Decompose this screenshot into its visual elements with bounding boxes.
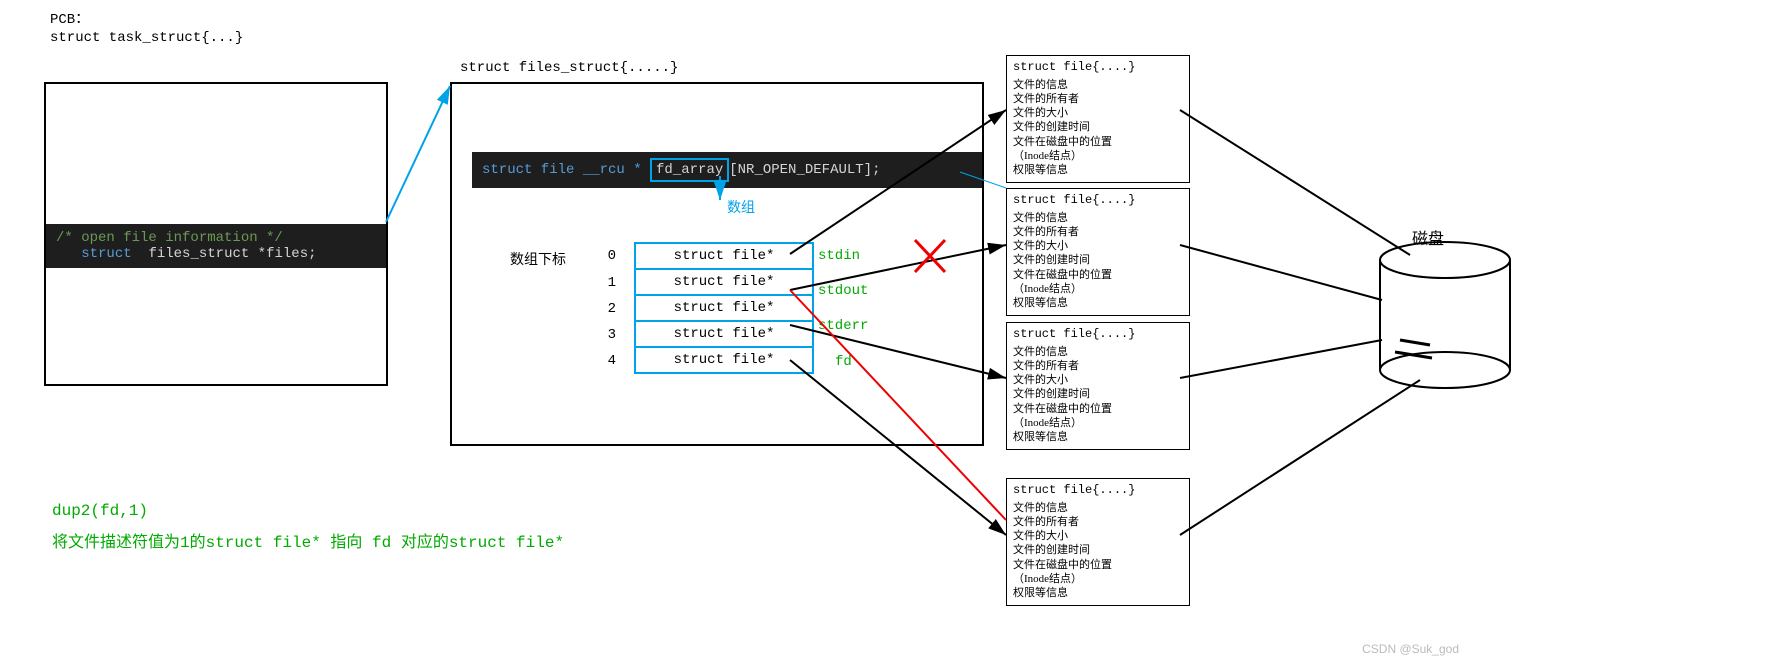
file-struct-3: struct file{....} 文件的信息 文件的所有者 文件的大小 文件的… bbox=[1006, 478, 1190, 606]
idx-3: 3 bbox=[602, 327, 616, 343]
file-title-3: struct file{....} bbox=[1013, 483, 1183, 499]
f3l6: （Inode结点） bbox=[1013, 572, 1183, 586]
f1l3: 文件的大小 bbox=[1013, 239, 1183, 253]
cell-0: struct file* bbox=[634, 242, 814, 270]
pcb-box: /* open file information */ struct files… bbox=[44, 82, 388, 386]
pcb-rest: *files; bbox=[249, 246, 316, 262]
f0l3: 文件的大小 bbox=[1013, 106, 1183, 120]
index-label: 数组下标 bbox=[510, 249, 566, 269]
f0l2: 文件的所有者 bbox=[1013, 92, 1183, 106]
f0l7: 权限等信息 bbox=[1013, 163, 1183, 177]
pcb-code: /* open file information */ struct files… bbox=[46, 224, 386, 268]
pcb-comment: /* open file information */ bbox=[56, 230, 283, 246]
cell-4: struct file* bbox=[634, 346, 814, 374]
fd-array-mid: fd_array bbox=[650, 158, 729, 182]
array-label: 数组 bbox=[727, 197, 755, 217]
pcb-type: files_struct bbox=[148, 246, 249, 262]
fd-array-prefix: struct file __rcu * bbox=[482, 162, 650, 178]
f0l5: 文件在磁盘中的位置 bbox=[1013, 135, 1183, 149]
idx-2: 2 bbox=[602, 301, 616, 317]
tag-stderr: stderr bbox=[818, 318, 868, 334]
f2l4: 文件的创建时间 bbox=[1013, 387, 1183, 401]
f2l5: 文件在磁盘中的位置 bbox=[1013, 402, 1183, 416]
disk-label: 磁盘 bbox=[1412, 225, 1444, 249]
task-struct-decl: struct task_struct{...} bbox=[50, 30, 243, 46]
f3l2: 文件的所有者 bbox=[1013, 515, 1183, 529]
cell-2: struct file* bbox=[634, 294, 814, 322]
f0l6: （Inode结点） bbox=[1013, 149, 1183, 163]
f2l1: 文件的信息 bbox=[1013, 345, 1183, 359]
cell-3: struct file* bbox=[634, 320, 814, 348]
watermark: CSDN @Suk_god bbox=[1362, 642, 1459, 656]
pcb-kw: struct bbox=[81, 246, 131, 262]
file-title-2: struct file{....} bbox=[1013, 327, 1183, 343]
f0l1: 文件的信息 bbox=[1013, 78, 1183, 92]
file-struct-1: struct file{....} 文件的信息 文件的所有者 文件的大小 文件的… bbox=[1006, 188, 1190, 316]
footer-dup: dup2(fd,1) bbox=[52, 502, 148, 520]
pcb-label: PCB： bbox=[50, 8, 89, 28]
idx-0: 0 bbox=[602, 248, 616, 264]
fd-array-suffix: [NR_OPEN_DEFAULT]; bbox=[729, 162, 880, 178]
idx-4: 4 bbox=[602, 353, 616, 369]
tag-fd: fd bbox=[835, 354, 852, 370]
file-struct-2: struct file{....} 文件的信息 文件的所有者 文件的大小 文件的… bbox=[1006, 322, 1190, 450]
files-struct-box: struct file __rcu * fd_array[NR_OPEN_DEF… bbox=[450, 82, 984, 446]
f1l7: 权限等信息 bbox=[1013, 296, 1183, 310]
f1l1: 文件的信息 bbox=[1013, 211, 1183, 225]
f0l4: 文件的创建时间 bbox=[1013, 120, 1183, 134]
f3l5: 文件在磁盘中的位置 bbox=[1013, 558, 1183, 572]
files-struct-title: struct files_struct{.....} bbox=[460, 60, 678, 76]
f3l4: 文件的创建时间 bbox=[1013, 543, 1183, 557]
f2l6: （Inode结点） bbox=[1013, 416, 1183, 430]
f2l3: 文件的大小 bbox=[1013, 373, 1183, 387]
f3l7: 权限等信息 bbox=[1013, 586, 1183, 600]
idx-1: 1 bbox=[602, 275, 616, 291]
array-column: 0 struct file* 1 struct file* 2 struct f… bbox=[602, 242, 814, 374]
f1l2: 文件的所有者 bbox=[1013, 225, 1183, 239]
cell-1: struct file* bbox=[634, 268, 814, 296]
footer-desc: 将文件描述符值为1的struct file* 指向 fd 对应的struct f… bbox=[52, 528, 564, 552]
f2l7: 权限等信息 bbox=[1013, 430, 1183, 444]
fd-array-decl: struct file __rcu * fd_array[NR_OPEN_DEF… bbox=[472, 152, 982, 188]
f3l3: 文件的大小 bbox=[1013, 529, 1183, 543]
file-title-0: struct file{....} bbox=[1013, 60, 1183, 76]
f1l6: （Inode结点） bbox=[1013, 282, 1183, 296]
f2l2: 文件的所有者 bbox=[1013, 359, 1183, 373]
f3l1: 文件的信息 bbox=[1013, 501, 1183, 515]
f1l5: 文件在磁盘中的位置 bbox=[1013, 268, 1183, 282]
diagram-canvas: PCB： struct task_struct{...} /* open fil… bbox=[0, 0, 1779, 666]
tag-stdout: stdout bbox=[818, 283, 868, 299]
f1l4: 文件的创建时间 bbox=[1013, 253, 1183, 267]
tag-stdin: stdin bbox=[818, 248, 860, 264]
file-struct-0: struct file{....} 文件的信息 文件的所有者 文件的大小 文件的… bbox=[1006, 55, 1190, 183]
file-title-1: struct file{....} bbox=[1013, 193, 1183, 209]
